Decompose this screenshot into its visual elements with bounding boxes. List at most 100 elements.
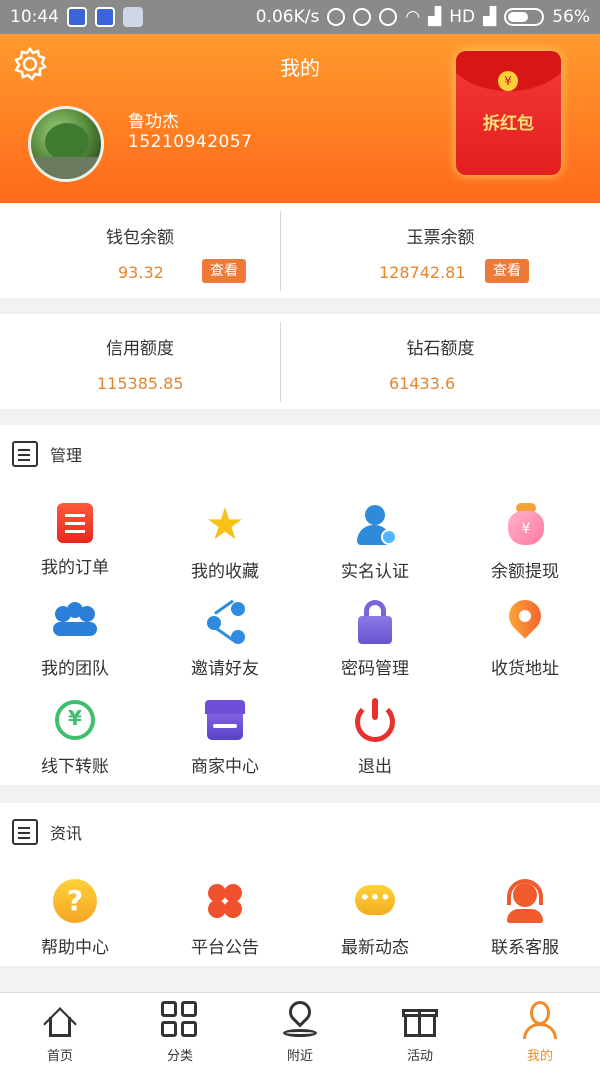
- manage-section-title: 管理: [50, 446, 83, 465]
- jade-balance-value: 128742.81: [379, 263, 466, 282]
- view-wallet-button[interactable]: 查看: [202, 259, 246, 283]
- menu-item-invite[interactable]: 邀请好友: [150, 599, 300, 679]
- menu-item-label: 实名认证: [341, 562, 409, 582]
- menu-item-logout[interactable]: 退出: [300, 698, 450, 777]
- user-name: 鲁功杰: [128, 112, 179, 132]
- menu-item-label: 余额提现: [491, 562, 559, 582]
- share-icon: [203, 599, 247, 644]
- nav-item-activity[interactable]: 活动: [360, 993, 480, 1067]
- alarm-icon: [379, 8, 398, 26]
- news-section-title: 资讯: [50, 824, 83, 843]
- battery-level: 56%: [552, 7, 590, 27]
- mute-icon: [353, 8, 372, 26]
- wallet-balance-value: 93.32: [118, 263, 164, 282]
- menu-item-label: 退出: [358, 757, 392, 777]
- map-pin-icon: [281, 996, 319, 1039]
- nav-item-nearby[interactable]: 附近: [240, 993, 360, 1067]
- nav-item-home[interactable]: 首页: [0, 993, 120, 1067]
- signal-icon: ▟: [428, 7, 442, 27]
- wallet-balance-label: 钱包余额: [106, 228, 174, 248]
- chat-bubble-icon: •••: [353, 879, 397, 923]
- credit-quota-cell: 信用额度 115385.85: [0, 314, 280, 409]
- nav-item-label: 首页: [46, 1049, 73, 1064]
- menu-item-offline-transfer[interactable]: ¥ 线下转账: [0, 698, 150, 777]
- menu-item-orders[interactable]: 我的订单: [0, 503, 150, 578]
- money-bag-icon: ¥: [503, 503, 547, 547]
- menu-item-label: 我的订单: [41, 558, 109, 578]
- profile-header: 我的 鲁功杰 15210942057 ¥ 拆红包: [0, 34, 600, 203]
- menu-item-label: 帮助中心: [41, 938, 109, 958]
- clover-icon: [203, 879, 247, 923]
- menu-item-favorites[interactable]: ★ 我的收藏: [150, 499, 300, 583]
- menu-item-label: 最新动态: [341, 938, 409, 958]
- nav-item-category[interactable]: 分类: [120, 993, 240, 1067]
- news-section: 资讯 ? 帮助中心 平台公告 ••• 最新动态 联系客服: [0, 803, 600, 966]
- menu-item-help[interactable]: ? 帮助中心: [0, 879, 150, 958]
- menu-item-label: 商家中心: [191, 757, 259, 777]
- transfer-icon: ¥: [53, 698, 97, 742]
- nav-item-label: 我的: [526, 1049, 553, 1064]
- news-section-header: 资讯: [12, 819, 82, 845]
- manage-section: 管理 我的订单 ★ 我的收藏 实名认证 ¥ 余额提现 我的团队 邀请好友 密码管…: [0, 425, 600, 785]
- menu-item-label: 我的团队: [41, 659, 109, 679]
- menu-item-team[interactable]: 我的团队: [0, 600, 150, 679]
- help-icon: ?: [53, 879, 97, 923]
- battery-icon: [504, 8, 545, 26]
- bottom-nav: 首页 分类 附近 活动 我的: [0, 992, 600, 1067]
- user-phone: 15210942057: [128, 132, 253, 152]
- menu-item-announcements[interactable]: 平台公告: [150, 879, 300, 958]
- quota-card: 信用额度 115385.85 钻石额度 61433.6: [0, 314, 600, 409]
- menu-item-label: 收货地址: [491, 659, 559, 679]
- news-icon: [12, 819, 38, 845]
- diamond-quota-value: 61433.6: [389, 374, 456, 393]
- menu-item-merchant-center[interactable]: 商家中心: [150, 698, 300, 777]
- red-packet-label: 拆红包: [483, 114, 534, 134]
- manage-section-header: 管理: [12, 441, 82, 467]
- link-icon: [327, 8, 346, 26]
- menu-item-label: 我的收藏: [191, 562, 259, 582]
- diamond-quota-cell: 钻石额度 61433.6: [281, 314, 600, 409]
- shield-icon: [95, 7, 115, 27]
- nav-item-label: 分类: [166, 1049, 193, 1064]
- order-icon: [57, 503, 93, 543]
- diamond-quota-label: 钻石额度: [406, 339, 475, 359]
- user-icon: [521, 1001, 559, 1039]
- menu-item-customer-service[interactable]: 联系客服: [450, 879, 600, 958]
- edit-list-icon: [12, 441, 38, 467]
- menu-item-verification[interactable]: 实名认证: [300, 503, 450, 582]
- team-icon: [53, 600, 97, 644]
- coin-icon: ¥: [498, 71, 518, 91]
- jade-balance-label: 玉票余额: [406, 228, 475, 248]
- menu-item-latest-news[interactable]: ••• 最新动态: [300, 879, 450, 958]
- menu-item-label: 平台公告: [191, 938, 259, 958]
- document-icon: [123, 7, 143, 27]
- nav-item-label: 附近: [286, 1049, 313, 1064]
- home-icon: [41, 1001, 79, 1041]
- signal-icon: ▟: [483, 7, 497, 27]
- network-type: HD: [449, 7, 476, 27]
- credit-quota-label: 信用额度: [106, 339, 174, 359]
- view-jade-button[interactable]: 查看: [485, 259, 529, 283]
- location-pin-icon: [502, 593, 548, 644]
- wallet-balance-cell: 钱包余额 93.32 查看: [0, 203, 280, 298]
- menu-item-label: 邀请好友: [191, 659, 259, 679]
- avatar[interactable]: [28, 106, 104, 182]
- red-packet-button[interactable]: ¥ 拆红包: [456, 51, 561, 175]
- menu-item-withdraw[interactable]: ¥ 余额提现: [450, 503, 600, 582]
- balance-card: 钱包余额 93.32 查看 玉票余额 128742.81 查看: [0, 203, 600, 298]
- store-icon: [203, 698, 247, 742]
- verify-icon: [353, 503, 397, 547]
- credit-quota-value: 115385.85: [97, 374, 184, 393]
- nav-item-mine[interactable]: 我的: [480, 993, 600, 1067]
- grid-icon: [161, 1001, 199, 1039]
- menu-item-label: 密码管理: [341, 659, 409, 679]
- power-icon: [353, 698, 397, 742]
- network-speed: 0.06K/s: [255, 7, 320, 27]
- menu-item-password[interactable]: 密码管理: [300, 600, 450, 679]
- wifi-icon: ◠: [405, 7, 421, 27]
- lock-icon: [353, 600, 397, 644]
- nav-item-label: 活动: [406, 1049, 433, 1064]
- menu-item-address[interactable]: 收货地址: [450, 593, 600, 679]
- star-icon: ★: [205, 499, 245, 550]
- status-time: 10:44: [10, 7, 59, 27]
